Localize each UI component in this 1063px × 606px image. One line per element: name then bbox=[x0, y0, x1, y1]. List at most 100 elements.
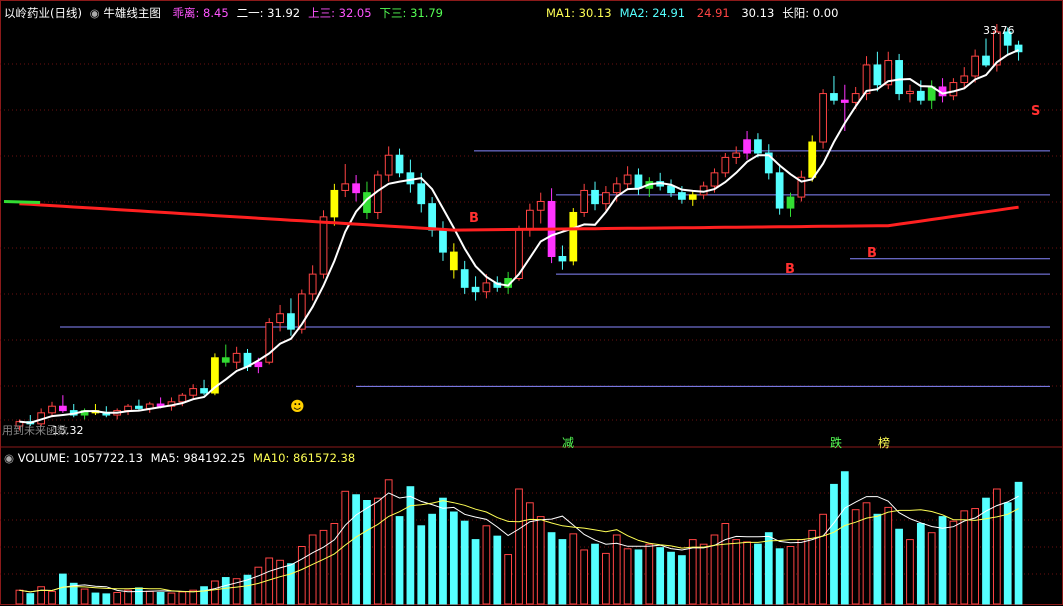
candle-body bbox=[873, 64, 882, 86]
candle-body bbox=[667, 185, 675, 194]
candle-body bbox=[48, 405, 56, 414]
candle-body bbox=[949, 82, 958, 97]
candle-body bbox=[352, 183, 360, 194]
candle-body bbox=[558, 256, 567, 262]
buy-mark: B bbox=[867, 246, 877, 261]
ma-item: 长阳: 0.00 bbox=[782, 6, 839, 20]
candle-body bbox=[580, 189, 589, 213]
drop-signal: 跌 bbox=[830, 436, 843, 450]
volume-bar bbox=[830, 483, 838, 605]
volume-bar bbox=[786, 546, 795, 605]
volume-bar bbox=[124, 589, 132, 605]
volume-bar bbox=[884, 506, 893, 605]
volume-bars[interactable] bbox=[15, 471, 1023, 605]
volume-bar bbox=[15, 589, 24, 605]
candle-body bbox=[623, 174, 632, 185]
candle-body bbox=[460, 269, 469, 288]
volume-bar bbox=[699, 543, 708, 605]
volume-bar bbox=[743, 541, 751, 605]
volume-bar bbox=[602, 552, 610, 605]
candle-body bbox=[395, 154, 404, 174]
collapse-icon[interactable]: ◉ bbox=[90, 6, 100, 20]
moving-average-lines bbox=[3, 49, 1020, 424]
volume-bar bbox=[395, 516, 404, 605]
volume-bar bbox=[135, 587, 143, 605]
future-function-hint: 用到未来函数 bbox=[2, 424, 68, 437]
ma-item: MA2: 24.91 bbox=[619, 6, 686, 20]
candle-body bbox=[287, 313, 295, 330]
volume-value: VOLUME: 1057722.13 bbox=[17, 451, 143, 465]
candle-body bbox=[406, 172, 415, 185]
candle-body bbox=[612, 183, 621, 194]
collapse-icon[interactable]: ◉ bbox=[4, 451, 14, 465]
candle-body bbox=[59, 405, 67, 412]
candle-body bbox=[124, 405, 132, 412]
volume-bar bbox=[48, 590, 56, 605]
rank-signal: 榜 bbox=[878, 436, 891, 450]
candle-body bbox=[449, 251, 458, 271]
volume-bar bbox=[525, 502, 534, 605]
volume-bar bbox=[341, 490, 350, 605]
indicator-item: 下三: 31.79 bbox=[379, 6, 443, 20]
volume-bar bbox=[330, 523, 339, 605]
volume-bar bbox=[656, 547, 665, 605]
volume-bar bbox=[938, 516, 947, 605]
volume-bar bbox=[113, 592, 122, 605]
volume-bar bbox=[1003, 502, 1012, 605]
volume-bar bbox=[982, 497, 990, 605]
candle-body bbox=[982, 55, 990, 66]
volume-bar bbox=[764, 532, 773, 605]
volume-bar bbox=[558, 539, 567, 605]
candle-body bbox=[178, 394, 187, 403]
candle-body bbox=[862, 64, 871, 95]
candle-body bbox=[265, 322, 274, 363]
guide-lines bbox=[60, 150, 1050, 387]
volume-bar bbox=[211, 580, 219, 605]
volume-bar bbox=[927, 532, 936, 605]
volume-bar bbox=[916, 523, 925, 605]
candle-body bbox=[754, 139, 762, 154]
volume-bar bbox=[906, 539, 914, 605]
volume-bar bbox=[754, 543, 762, 605]
volume-bar bbox=[80, 588, 89, 605]
volume-bar bbox=[384, 479, 393, 605]
volume-bar bbox=[732, 539, 741, 605]
candle-body bbox=[384, 154, 393, 176]
ma-item: 24.91 bbox=[693, 6, 730, 20]
candle-body bbox=[602, 192, 610, 205]
volume-bar bbox=[406, 486, 415, 605]
volume-bar bbox=[221, 577, 230, 605]
candle-body bbox=[232, 352, 241, 363]
volume-bar bbox=[721, 523, 730, 605]
candle-body bbox=[417, 183, 426, 205]
volume-bar bbox=[797, 539, 806, 605]
ma-values: MA1: 30.13 MA2: 24.91 24.91 30.13 长阳: 0.00 bbox=[546, 5, 846, 21]
stock-title[interactable]: 以岭药业(日线) bbox=[4, 6, 82, 20]
volume-bar bbox=[471, 539, 480, 605]
volume-bar bbox=[200, 586, 208, 605]
candle-body bbox=[189, 388, 198, 396]
sell-mark: S bbox=[1031, 104, 1041, 119]
candle-body bbox=[775, 172, 784, 209]
volume-bar bbox=[460, 520, 469, 605]
volume-bar bbox=[287, 563, 295, 605]
volume-bar bbox=[591, 543, 599, 605]
volume-bar bbox=[102, 593, 111, 605]
indicator-item: 乖离: 8.45 bbox=[172, 6, 229, 20]
candle-body bbox=[971, 55, 979, 77]
candle-body bbox=[851, 93, 860, 103]
volume-bar bbox=[37, 586, 46, 605]
volume-bar bbox=[1014, 481, 1023, 605]
stock-chart bbox=[0, 0, 1063, 605]
candle-body bbox=[569, 211, 578, 262]
candle-body bbox=[471, 286, 480, 293]
candle-body bbox=[906, 90, 914, 95]
volume-bar bbox=[297, 546, 306, 605]
volume-bar bbox=[775, 548, 784, 605]
candle-body bbox=[840, 99, 849, 103]
indicator-name[interactable]: 牛雄线主图 bbox=[103, 6, 161, 20]
volume-bar bbox=[634, 549, 643, 605]
volume-bar bbox=[91, 592, 100, 605]
candle-body bbox=[819, 93, 827, 143]
ma-item: MA1: 30.13 bbox=[546, 6, 612, 20]
